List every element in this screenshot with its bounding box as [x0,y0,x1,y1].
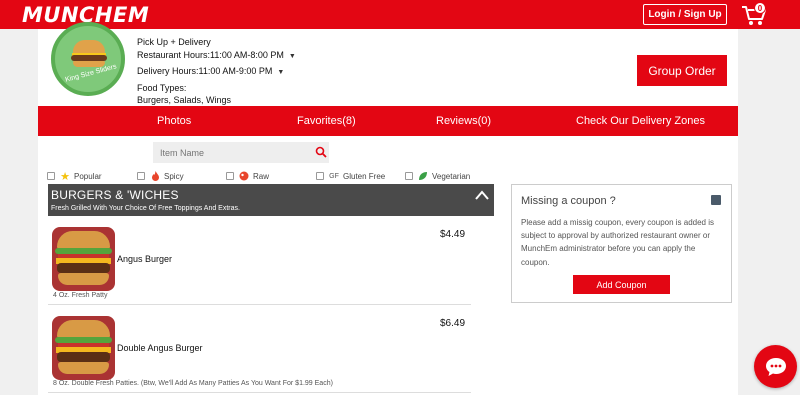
restaurant-nav: Photos Favorites(8) Reviews(0) Check Our… [38,106,738,136]
search-icon[interactable] [315,146,327,158]
item-name[interactable]: Double Angus Burger [117,343,203,353]
restaurant-hours[interactable]: Restaurant Hours:11:00 AM-8:00 PM ▼ [137,49,296,64]
divider [48,304,471,305]
chat-button[interactable] [754,345,797,388]
flame-icon [150,171,160,181]
checkbox[interactable] [405,172,413,180]
nav-photos[interactable]: Photos [157,106,191,136]
coupon-description: Please add a missig coupon, every coupon… [521,218,715,267]
filter-raw[interactable]: Raw [226,170,269,182]
restaurant-info: Pick Up + Delivery Restaurant Hours:11:0… [137,36,296,107]
filter-gluten-free[interactable]: GF Gluten Free [316,170,385,182]
coupon-title: Missing a coupon ? [521,195,616,207]
checkbox[interactable] [137,172,145,180]
item-image[interactable] [52,227,115,291]
category-subtitle: Fresh Grilled With Your Choice Of Free T… [51,205,240,212]
coupon-info-icon[interactable] [711,195,721,205]
filter-vegetarian[interactable]: Vegetarian [405,170,470,182]
filter-popular[interactable]: ★ Popular [47,170,102,183]
divider [48,392,471,393]
caret-down-icon[interactable]: ▼ [277,69,284,76]
login-signup-button[interactable]: Login / Sign Up [643,4,727,25]
delivery-hours[interactable]: Delivery Hours:11:00 AM-9:00 PM ▼ [137,65,296,80]
item-image[interactable] [52,316,115,380]
item-search-input[interactable] [153,142,329,163]
checkbox[interactable] [47,172,55,180]
chat-icon [765,357,786,376]
star-icon: ★ [60,170,70,183]
add-coupon-button[interactable]: Add Coupon [573,275,670,294]
filter-spicy[interactable]: Spicy [137,170,184,182]
gluten-free-icon: GF [329,172,339,180]
leaf-icon [418,171,428,181]
chevron-up-icon[interactable] [475,190,489,200]
item-name[interactable]: Angus Burger [117,254,172,264]
checkbox[interactable] [226,172,234,180]
cart-count-badge: 0 [754,2,766,14]
caret-down-icon[interactable]: ▼ [289,53,296,60]
food-types-label: Food Types: [137,82,187,93]
nav-delivery-zones[interactable]: Check Our Delivery Zones [576,106,705,136]
restaurant-logo: King Size Sliders [51,22,125,96]
category-title: BURGERS & 'WICHES [51,188,179,202]
nav-favorites[interactable]: Favorites(8) [297,106,356,136]
raw-icon [239,171,249,181]
top-bar: MUNCHEM Login / Sign Up 0 [0,0,800,29]
item-description: 4 Oz. Fresh Patty [53,292,108,299]
service-type: Pick Up + Delivery [137,37,211,47]
item-price: $6.49 [440,318,466,329]
checkbox[interactable] [316,172,324,180]
nav-reviews[interactable]: Reviews(0) [436,106,491,136]
coupon-box: Missing a coupon ? Please add a missig c… [511,184,732,303]
group-order-button[interactable]: Group Order [637,55,727,86]
item-description: 8 Oz. Double Fresh Patties. (Btw, We'll … [53,380,333,387]
item-price: $4.49 [440,229,466,240]
category-header[interactable]: BURGERS & 'WICHES Fresh Grilled With You… [48,184,494,216]
